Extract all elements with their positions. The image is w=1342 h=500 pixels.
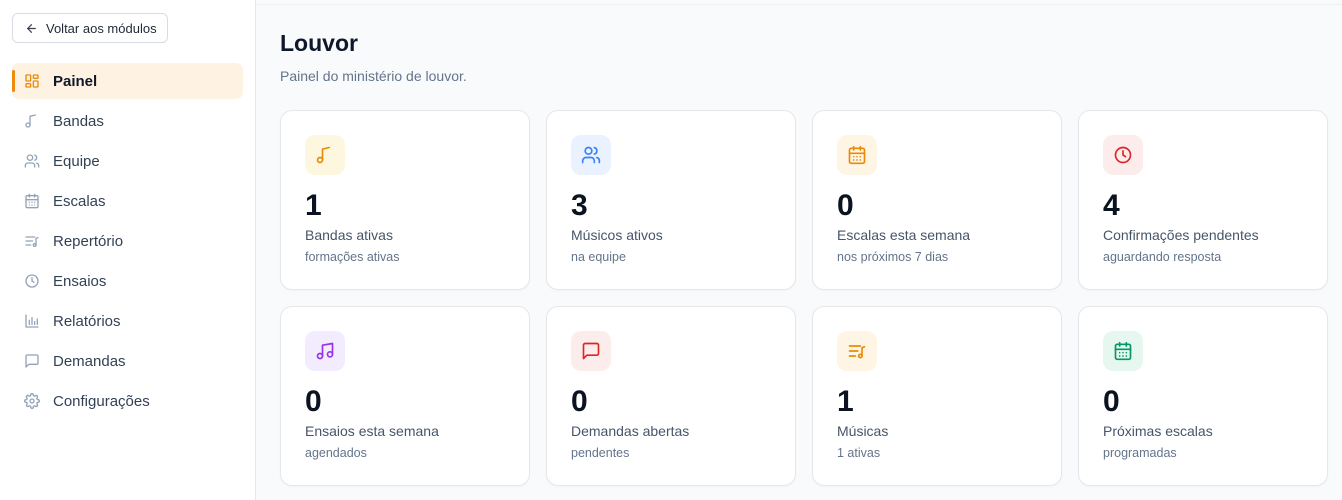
music-note-icon <box>24 113 40 129</box>
layout-grid-icon <box>24 73 40 89</box>
music-list-icon <box>24 233 40 249</box>
stat-card-ensaios-semana: 0 Ensaios esta semana agendados <box>280 306 530 486</box>
stat-sublabel: pendentes <box>571 446 630 460</box>
sidebar: Voltar aos módulos Painel Bandas Equipe … <box>0 0 256 500</box>
stat-value: 0 <box>305 385 322 418</box>
stat-sublabel: formações ativas <box>305 250 400 264</box>
stat-icon-box <box>1103 331 1143 371</box>
music-notes-icon <box>315 341 335 361</box>
stat-label: Próximas escalas <box>1103 423 1213 439</box>
sidebar-item-label: Bandas <box>53 112 104 130</box>
sidebar-item-label: Relatórios <box>53 312 121 330</box>
sidebar-item-label: Demandas <box>53 352 126 370</box>
stat-label: Ensaios esta semana <box>305 423 439 439</box>
stat-label: Confirmações pendentes <box>1103 227 1259 243</box>
clock-icon <box>24 273 40 289</box>
message-square-icon <box>581 341 601 361</box>
sidebar-nav: Painel Bandas Equipe Escalas Repertório <box>12 63 243 423</box>
bar-chart-icon <box>24 313 40 329</box>
sidebar-item-label: Equipe <box>53 152 100 170</box>
calendar-icon <box>847 145 867 165</box>
page-title: Louvor <box>280 30 358 56</box>
music-list-icon <box>847 341 867 361</box>
stat-label: Demandas abertas <box>571 423 690 439</box>
sidebar-item-equipe[interactable]: Equipe <box>12 143 243 179</box>
stat-card-musicas: 1 Músicas 1 ativas <box>812 306 1062 486</box>
sidebar-item-label: Configurações <box>53 392 150 410</box>
calendar-icon <box>24 193 40 209</box>
stat-value: 0 <box>1103 385 1120 418</box>
gear-icon <box>24 393 40 409</box>
stat-icon-box <box>305 135 345 175</box>
sidebar-item-relatorios[interactable]: Relatórios <box>12 303 243 339</box>
stat-icon-box <box>571 135 611 175</box>
stat-icon-box <box>305 331 345 371</box>
stat-card-bandas-ativas: 1 Bandas ativas formações ativas <box>280 110 530 290</box>
calendar-days-icon <box>1113 341 1133 361</box>
sidebar-item-label: Painel <box>53 72 98 90</box>
sidebar-item-label: Repertório <box>53 232 124 250</box>
stats-grid: 1 Bandas ativas formações ativas 3 Músic… <box>280 110 1328 486</box>
sidebar-item-label: Ensaios <box>53 272 107 290</box>
stat-value: 1 <box>305 189 322 222</box>
users-icon <box>24 153 40 169</box>
music-note-icon <box>315 145 335 165</box>
stat-sublabel: aguardando resposta <box>1103 250 1222 264</box>
stat-card-escalas-semana: 0 Escalas esta semana nos próximos 7 dia… <box>812 110 1062 290</box>
sidebar-item-ensaios[interactable]: Ensaios <box>12 263 243 299</box>
stat-sublabel: 1 ativas <box>837 446 881 460</box>
stat-icon-box <box>571 331 611 371</box>
stat-value: 4 <box>1103 189 1120 222</box>
stat-icon-box <box>837 135 877 175</box>
stat-sublabel: programadas <box>1103 446 1177 460</box>
users-icon <box>581 145 601 165</box>
stat-value: 1 <box>837 385 854 418</box>
sidebar-item-escalas[interactable]: Escalas <box>12 183 243 219</box>
stat-value: 3 <box>571 189 588 222</box>
stat-value: 0 <box>571 385 588 418</box>
sidebar-item-label: Escalas <box>53 192 106 210</box>
message-square-icon <box>24 353 40 369</box>
stat-icon-box <box>1103 135 1143 175</box>
back-to-modules-button[interactable]: Voltar aos módulos <box>12 13 168 43</box>
stat-card-confirmacoes-pendentes: 4 Confirmações pendentes aguardando resp… <box>1078 110 1328 290</box>
stat-card-proximas-escalas: 0 Próximas escalas programadas <box>1078 306 1328 486</box>
arrow-left-icon <box>25 22 38 35</box>
sidebar-item-repertorio[interactable]: Repertório <box>12 223 243 259</box>
sidebar-item-painel[interactable]: Painel <box>12 63 243 99</box>
top-divider <box>256 4 1342 5</box>
stat-sublabel: agendados <box>305 446 367 460</box>
stat-label: Músicas <box>837 423 889 439</box>
sidebar-item-bandas[interactable]: Bandas <box>12 103 243 139</box>
clock-icon <box>1113 145 1133 165</box>
stat-value: 0 <box>837 189 854 222</box>
stat-label: Escalas esta semana <box>837 227 971 243</box>
sidebar-item-configuracoes[interactable]: Configurações <box>12 383 243 419</box>
main-content: Louvor Painel do ministério de louvor. 1… <box>280 30 1328 486</box>
stat-sublabel: na equipe <box>571 250 626 264</box>
page-subtitle: Painel do ministério de louvor. <box>280 68 467 84</box>
stat-label: Músicos ativos <box>571 227 663 243</box>
stat-icon-box <box>837 331 877 371</box>
stat-label: Bandas ativas <box>305 227 393 243</box>
sidebar-item-demandas[interactable]: Demandas <box>12 343 243 379</box>
stat-card-musicos-ativos: 3 Músicos ativos na equipe <box>546 110 796 290</box>
stat-sublabel: nos próximos 7 dias <box>837 250 949 264</box>
stat-card-demandas-abertas: 0 Demandas abertas pendentes <box>546 306 796 486</box>
back-to-modules-label: Voltar aos módulos <box>46 20 157 36</box>
